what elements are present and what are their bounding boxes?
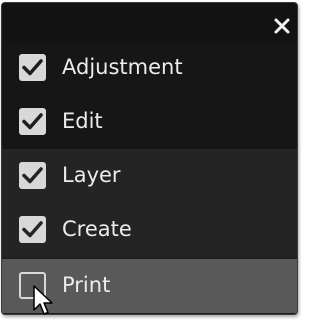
toolbar-visibility-menu: Adjustment Edit Layer Create Print xyxy=(1,2,298,315)
checkmark-icon xyxy=(22,113,43,130)
menu-item-adjustment[interactable]: Adjustment xyxy=(2,41,297,95)
menu-item-label: Create xyxy=(62,217,132,241)
checkbox-adjustment[interactable] xyxy=(19,54,46,81)
checkbox-layer[interactable] xyxy=(19,162,46,189)
checkmark-icon xyxy=(22,59,43,76)
checkbox-edit[interactable] xyxy=(19,108,46,135)
menu-header xyxy=(2,3,297,41)
checkbox-create[interactable] xyxy=(19,216,46,243)
menu-item-layer[interactable]: Layer xyxy=(2,149,297,203)
checkmark-icon xyxy=(22,167,43,184)
menu-item-label: Adjustment xyxy=(62,55,183,79)
checkmark-icon xyxy=(22,221,43,238)
menu-item-edit[interactable]: Edit xyxy=(2,95,297,149)
close-icon[interactable] xyxy=(273,17,291,35)
menu-item-label: Print xyxy=(62,273,111,297)
menu-item-create[interactable]: Create xyxy=(2,203,297,257)
mouse-pointer-icon xyxy=(33,285,53,315)
menu-item-label: Edit xyxy=(62,109,103,133)
menu-item-label: Layer xyxy=(62,163,121,187)
